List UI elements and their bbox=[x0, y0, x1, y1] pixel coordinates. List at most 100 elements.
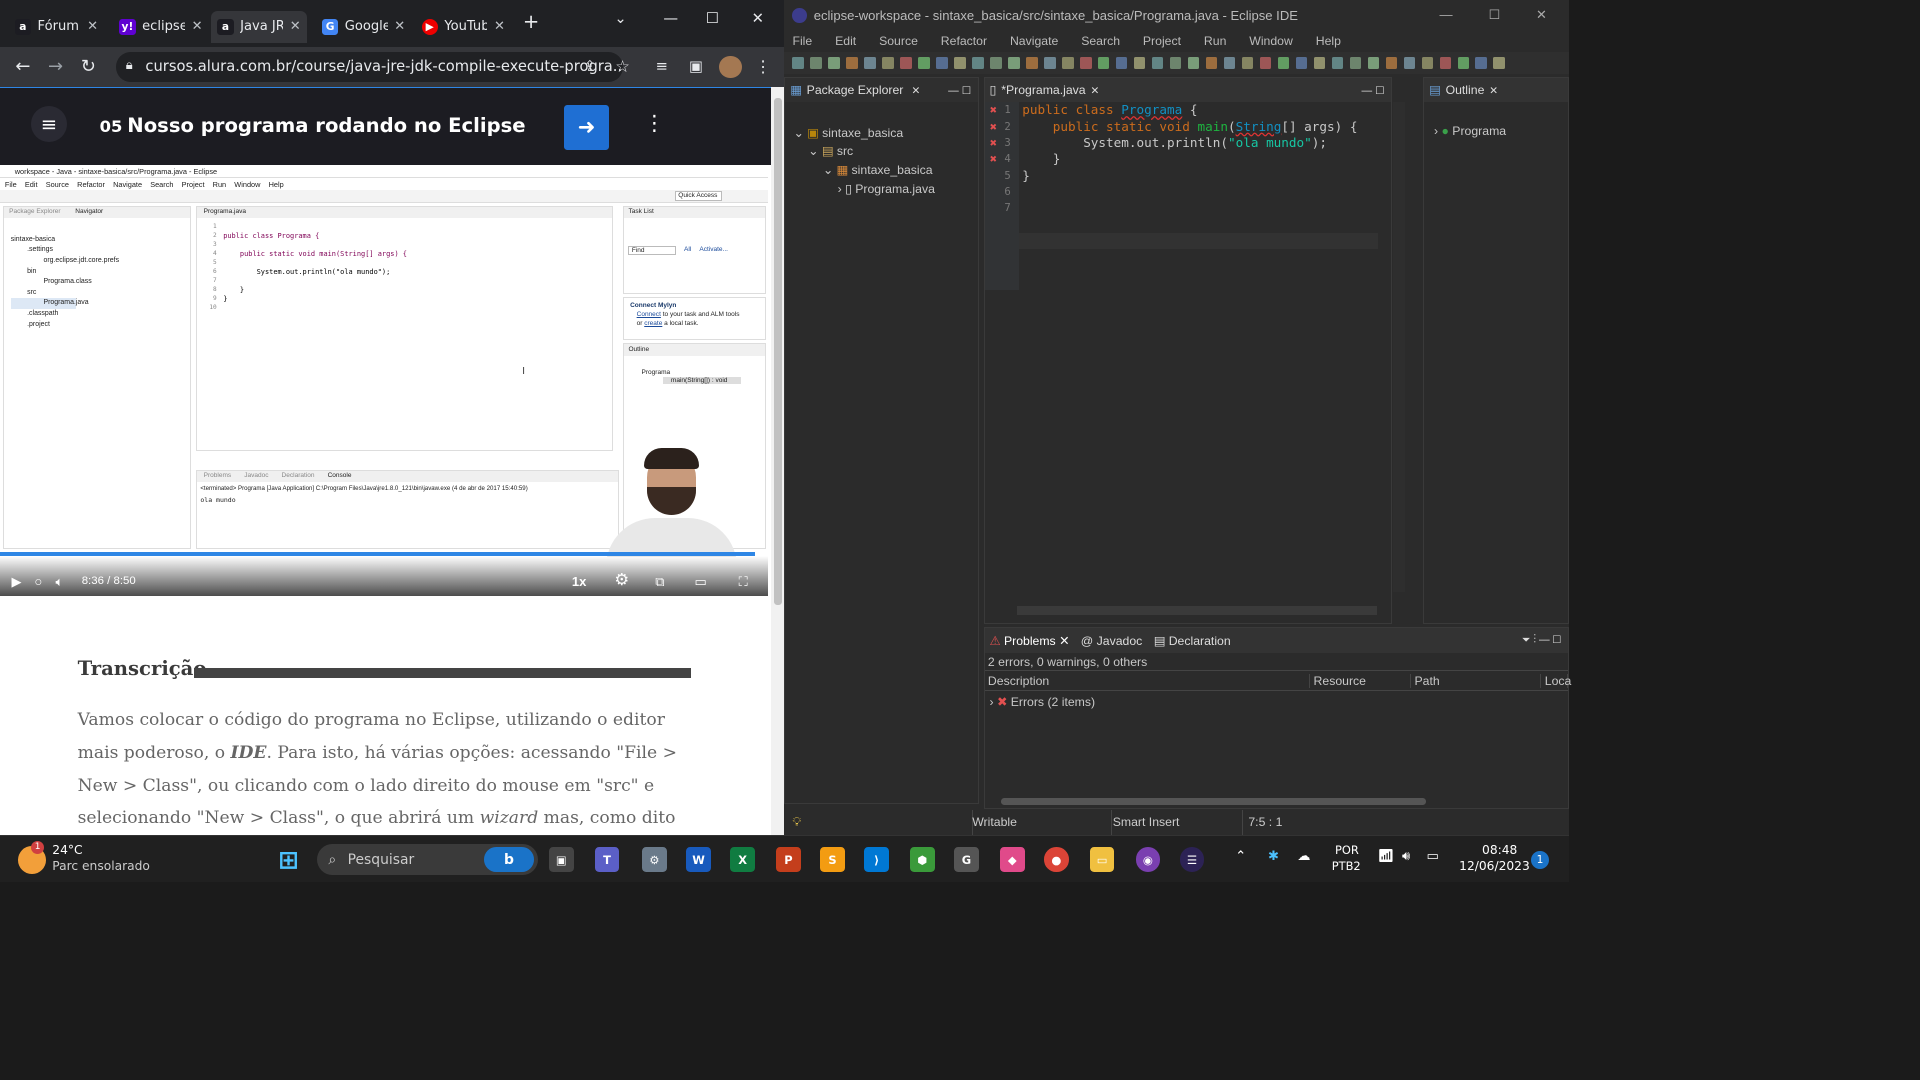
toolbar-button-icon[interactable] bbox=[792, 57, 804, 69]
column-header[interactable]: Resource bbox=[1310, 673, 1412, 688]
toolbar-button-icon[interactable] bbox=[810, 57, 822, 69]
close-icon[interactable]: ✕ bbox=[290, 19, 301, 34]
minimize-view-icon[interactable]: — ☐ bbox=[1362, 84, 1385, 97]
wifi-icon[interactable]: 📶︎ bbox=[1377, 849, 1394, 864]
close-window-button[interactable]: ✕ bbox=[752, 10, 764, 27]
powerpoint-icon[interactable]: P bbox=[776, 847, 801, 872]
playback-speed-button[interactable]: 1x bbox=[572, 574, 587, 589]
menu-item-edit[interactable]: Edit bbox=[835, 34, 856, 48]
toolbar-button-icon[interactable] bbox=[882, 57, 894, 69]
toolbar-button-icon[interactable] bbox=[846, 57, 858, 69]
toolbar-button-icon[interactable] bbox=[1044, 57, 1056, 69]
close-icon[interactable]: ✕ bbox=[1489, 84, 1498, 97]
package-explorer-tab[interactable]: Package Explorer bbox=[807, 83, 904, 97]
language-indicator[interactable]: POR bbox=[1335, 843, 1359, 857]
teams-icon[interactable]: T bbox=[594, 847, 620, 872]
volume-icon[interactable]: 🔈︎ bbox=[56, 574, 64, 590]
share-icon[interactable]: ⇪ bbox=[577, 54, 603, 80]
next-lesson-button[interactable]: ➜ bbox=[563, 104, 610, 151]
vscode-icon[interactable]: ⟩ bbox=[864, 847, 889, 872]
new-tab-button[interactable]: + bbox=[523, 10, 539, 33]
toolbar-button-icon[interactable] bbox=[1205, 57, 1218, 69]
toolbar-button-icon[interactable] bbox=[972, 57, 984, 69]
minimize-view-icon[interactable]: — ☐ bbox=[948, 84, 971, 97]
tab-problems[interactable]: ⚠ Problems ✕ bbox=[990, 634, 1070, 648]
toolbar-button-icon[interactable] bbox=[1026, 57, 1038, 69]
close-icon[interactable]: ✕ bbox=[192, 19, 203, 34]
toolbar-button-icon[interactable] bbox=[1223, 57, 1236, 69]
errors-row[interactable]: › ✖ Errors (2 items) bbox=[985, 691, 1568, 712]
editor-hscrollbar[interactable] bbox=[1017, 605, 1377, 616]
menu-item-refactor[interactable]: Refactor bbox=[941, 34, 987, 48]
close-icon[interactable]: ✕ bbox=[1091, 84, 1100, 97]
toolbar-button-icon[interactable] bbox=[864, 57, 876, 69]
tab-javadoc[interactable]: @ Javadoc bbox=[1081, 634, 1142, 648]
menu-item-run[interactable]: Run bbox=[1204, 34, 1226, 48]
fullscreen-icon[interactable]: ⛶ bbox=[739, 574, 748, 590]
menu-item-search[interactable]: Search bbox=[1081, 34, 1120, 48]
notification-badge[interactable]: 1 bbox=[1531, 850, 1550, 869]
toolbar-button-icon[interactable] bbox=[1421, 57, 1433, 69]
course-menu-icon[interactable]: ≡ bbox=[31, 106, 67, 143]
back-icon[interactable]: ← bbox=[10, 54, 36, 80]
app-icon[interactable]: ◆ bbox=[1000, 847, 1025, 872]
tree-item-project[interactable]: ⌄ ▣ sintaxe_basica bbox=[793, 124, 977, 143]
lesson-options-icon[interactable]: ⋮ bbox=[644, 111, 665, 136]
problems-hscrollbar[interactable] bbox=[1000, 798, 1426, 805]
gimp-icon[interactable]: G bbox=[954, 847, 979, 872]
tab-declaration[interactable]: ▤ Declaration bbox=[1154, 634, 1231, 648]
toolbar-button-icon[interactable] bbox=[1277, 57, 1290, 69]
menu-item-project[interactable]: Project bbox=[1143, 34, 1181, 48]
toolbar-button-icon[interactable] bbox=[1151, 57, 1164, 69]
tree-item-package[interactable]: ⌄ ▦ sintaxe_basica bbox=[793, 161, 977, 180]
close-icon[interactable]: ✕ bbox=[87, 19, 98, 34]
bluetooth-icon[interactable]: ✱ bbox=[1268, 849, 1279, 864]
clock-time[interactable]: 08:48 bbox=[1482, 843, 1517, 857]
toolbar-button-icon[interactable] bbox=[1475, 57, 1487, 69]
toolbar-button-icon[interactable] bbox=[1385, 57, 1398, 69]
taskbar-search[interactable]: ⌕ Pesquisar b bbox=[316, 844, 538, 876]
address-bar[interactable]: 🔒︎ cursos.alura.com.br/course/java-jre-j… bbox=[116, 52, 623, 82]
toolbar-button-icon[interactable] bbox=[954, 57, 966, 69]
excel-icon[interactable]: X bbox=[730, 847, 755, 872]
toolbar-button-icon[interactable] bbox=[900, 57, 912, 69]
toolbar-button-icon[interactable] bbox=[1367, 57, 1380, 69]
keyboard-layout[interactable]: PTB2 bbox=[1332, 859, 1361, 873]
forward-icon[interactable]: → bbox=[42, 54, 68, 80]
column-header[interactable]: Path bbox=[1411, 673, 1542, 688]
toolbar-button-icon[interactable] bbox=[828, 57, 840, 69]
settings-icon[interactable]: ⚙ bbox=[642, 847, 667, 872]
theater-mode-icon[interactable]: ▭ bbox=[694, 574, 706, 590]
toolbar-button-icon[interactable] bbox=[918, 57, 930, 69]
menu-item-navigate[interactable]: Navigate bbox=[1010, 34, 1058, 48]
outline-tab[interactable]: Outline bbox=[1446, 83, 1485, 97]
editor-scrollbar[interactable] bbox=[1393, 102, 1405, 593]
tab-google[interactable]: G Google ✕ bbox=[315, 11, 411, 44]
toolbar-button-icon[interactable] bbox=[1295, 57, 1308, 69]
toolbar-button-icon[interactable] bbox=[936, 57, 948, 69]
editor-code[interactable]: public class Programa { public static vo… bbox=[1022, 102, 1357, 184]
toolbar-button-icon[interactable] bbox=[1331, 57, 1344, 69]
avatar[interactable] bbox=[718, 55, 742, 79]
editor-tab[interactable]: *Programa.java bbox=[1001, 83, 1085, 97]
nodejs-icon[interactable]: ⬢ bbox=[910, 847, 935, 872]
toolbar-button-icon[interactable] bbox=[1493, 57, 1505, 69]
toolbar-button-icon[interactable] bbox=[990, 57, 1002, 69]
menu-item-file[interactable]: File bbox=[792, 34, 812, 48]
file-explorer-icon[interactable]: ▭ bbox=[1089, 847, 1115, 872]
close-icon[interactable]: ✕ bbox=[394, 19, 405, 34]
tab-forum[interactable]: a Fórum ✕ bbox=[8, 11, 104, 44]
tab-search-icon[interactable]: ⌄ bbox=[614, 10, 626, 27]
toolbar-button-icon[interactable] bbox=[1457, 57, 1469, 69]
tab-youtube[interactable]: ▶ YouTube ✕ bbox=[415, 11, 511, 44]
column-header[interactable]: Description bbox=[985, 673, 1311, 688]
toolbar-button-icon[interactable] bbox=[1241, 57, 1254, 69]
settings-gear-icon[interactable]: ⚙ bbox=[614, 570, 629, 590]
sublime-icon[interactable]: S bbox=[820, 847, 845, 872]
toolbar-button-icon[interactable] bbox=[1169, 57, 1182, 69]
tree-item-src[interactable]: ⌄ ▤ src bbox=[793, 142, 977, 161]
clock-date[interactable]: 12/06/2023 bbox=[1459, 859, 1530, 873]
outline-item[interactable]: › ● Programa bbox=[1424, 102, 1567, 138]
battery-icon[interactable]: ▭ bbox=[1426, 849, 1438, 864]
tray-chevron-icon[interactable]: ⌃ bbox=[1235, 849, 1246, 864]
